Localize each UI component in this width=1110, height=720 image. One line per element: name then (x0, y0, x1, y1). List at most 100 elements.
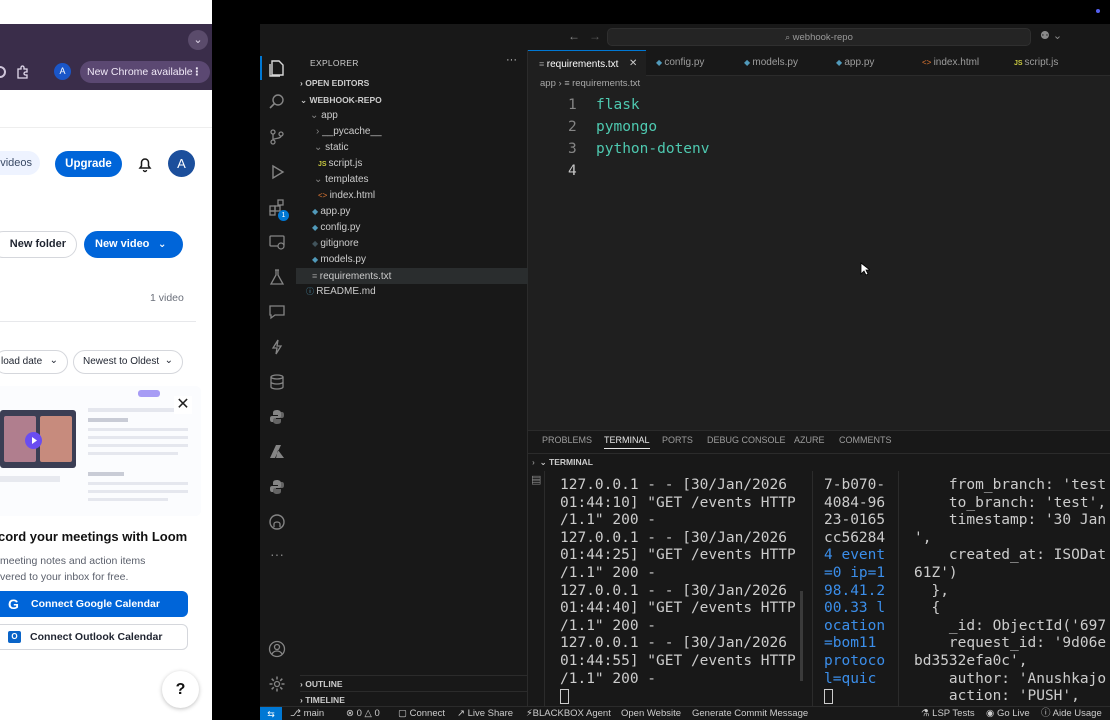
blackbox-icon[interactable] (268, 338, 286, 356)
timeline-section[interactable]: › TIMELINE (300, 691, 528, 705)
close-icon[interactable]: ✕ (174, 396, 192, 414)
videos-tab[interactable]: videos (0, 151, 40, 175)
copilot-icon[interactable]: ⚉ ⌄ (1040, 29, 1062, 42)
tree-item-gitignore[interactable]: ◆ gitignore (312, 236, 359, 252)
video-count: 1 video (150, 292, 184, 304)
terminal-output-3[interactable]: from_branch: 'test to_branch: 'test', ti… (914, 477, 1110, 707)
search-icon[interactable] (268, 93, 286, 111)
tree-item-readme-md[interactable]: ⓘ README.md (306, 284, 376, 300)
open-editors-section[interactable]: › OPEN EDITORS (300, 78, 369, 88)
repo-section[interactable]: ⌄ WEBHOOK-REPO (300, 95, 382, 106)
tab-index-html[interactable]: <> index.html (922, 50, 979, 76)
source-control-icon[interactable] (268, 128, 286, 146)
new-video-button[interactable]: New video ⌄ (84, 231, 183, 258)
panel-tab-comments[interactable]: COMMENTS (839, 435, 892, 445)
notifications-bell-icon[interactable] (136, 155, 154, 173)
tree-item-app-py[interactable]: ◆ app.py (312, 204, 350, 220)
remote-indicator[interactable]: ⇆ (260, 707, 282, 720)
terminal-section-header[interactable]: › ⌄ TERMINAL (532, 457, 593, 468)
explorer-icon[interactable] (267, 58, 287, 78)
profile-avatar[interactable]: A (54, 63, 71, 80)
breadcrumb-folder[interactable]: app (540, 78, 556, 89)
search-icon: ⌕ (785, 32, 793, 42)
close-icon[interactable]: ✕ (629, 51, 637, 77)
tab-requirements-txt[interactable]: ≡ requirements.txt ✕ (528, 50, 646, 76)
chevron-down-icon: ⌄ (539, 457, 550, 467)
terminal-output-1[interactable]: 127.0.0.1 - - [30/Jan/2026 01:44:10] "GET… (560, 477, 800, 703)
tab-config-py[interactable]: ◆ config.py (656, 50, 704, 76)
activity-bar: 1 ··· (260, 50, 296, 706)
promo-description-2: vered to your inbox for free. (0, 571, 129, 583)
chevron-down-icon: ⌄ (314, 142, 326, 153)
branch-indicator[interactable]: ⎇ main (290, 707, 324, 720)
terminal-output-2[interactable]: 7-b070- 4084-96 23-0165 cc56284 4 event =0 ip… (824, 477, 890, 703)
extensions-icon[interactable] (16, 65, 30, 79)
panel-tab-ports[interactable]: PORTS (662, 435, 693, 445)
code-editor[interactable]: 1 flask 2 pymongo 3 python-dotenv 4 (528, 94, 1110, 194)
python-env-icon[interactable] (268, 478, 286, 496)
problems-indicator[interactable]: ⊗ 0 △ 0 (346, 707, 380, 720)
terminal-line: /1.1" 200 - (560, 617, 657, 634)
live-share-button[interactable]: ↗ Live Share (457, 707, 513, 720)
go-live-button[interactable]: ◉ Go Live (986, 707, 1030, 720)
tree-item-index-html[interactable]: <> index.html (318, 188, 375, 204)
lsp-tests-button[interactable]: ⚗ LSP Tests (921, 707, 975, 720)
toolbar-partial-icon[interactable] (0, 66, 6, 78)
forward-arrow-icon[interactable]: → (589, 29, 601, 43)
new-folder-button[interactable]: New folder (0, 231, 77, 258)
aide-usage-button[interactable]: ⓘ Aide Usage (1041, 707, 1102, 720)
tree-item-templates[interactable]: ⌄ templates (314, 172, 369, 188)
user-avatar[interactable]: A (168, 150, 195, 177)
tree-item-config-py[interactable]: ◆ config.py (312, 220, 360, 236)
explorer-more-icon[interactable]: ··· (506, 54, 517, 66)
tree-item-static[interactable]: ⌄ static (314, 140, 349, 156)
tree-item-requirements-txt[interactable]: ≡ requirements.txt (312, 268, 391, 284)
tree-item-pycache[interactable]: › __pycache__ (316, 124, 382, 140)
tree-item-models-py[interactable]: ◆ models.py (312, 252, 366, 268)
upgrade-button[interactable]: Upgrade (55, 151, 122, 177)
terminal-list-icon[interactable]: ▤ (531, 473, 541, 486)
help-button[interactable]: ? (162, 671, 199, 708)
panel-tab-problems[interactable]: PROBLEMS (542, 435, 592, 445)
browser-window: ⌄ A New Chrome available ⋮ videos Upgrad… (0, 0, 212, 720)
run-debug-icon[interactable] (268, 163, 286, 181)
panel-tab-terminal[interactable]: TERMINAL (604, 435, 650, 449)
azure-icon[interactable] (268, 443, 286, 461)
tab-app-py[interactable]: ◆ app.py (836, 50, 874, 76)
tab-search-button[interactable]: ⌄ (188, 30, 208, 50)
terminal-line: 01:44:10] "GET /events HTTP (560, 494, 796, 511)
sort-order-dropdown[interactable]: Newest to Oldest ⌄ (73, 350, 183, 374)
github-icon[interactable] (268, 513, 286, 531)
generate-commit-message-button[interactable]: Generate Commit Message (692, 707, 808, 720)
chevron-down-icon: ⌄ (193, 34, 203, 46)
new-chrome-available-button[interactable]: New Chrome available ⋮ (80, 61, 210, 83)
back-arrow-icon[interactable]: ← (568, 29, 580, 43)
outline-section[interactable]: › OUTLINE (300, 675, 528, 689)
sort-by-date-dropdown[interactable]: load date ⌄ (0, 350, 68, 374)
blackbox-agent-button[interactable]: ⚡BLACKBOX Agent (526, 707, 611, 720)
breadcrumb-file[interactable]: requirements.txt (572, 78, 640, 89)
connect-google-calendar-button[interactable]: G Connect Google Calendar (0, 591, 188, 617)
line-number: 3 (568, 141, 577, 157)
remote-explorer-icon[interactable] (268, 233, 286, 251)
tree-item-script-js[interactable]: JS script.js (318, 156, 362, 172)
title-bar: ← → ⌕ webhook-repo ⚉ ⌄ (260, 24, 1110, 50)
database-icon[interactable] (268, 373, 286, 391)
command-center-search[interactable]: ⌕ webhook-repo (607, 28, 1031, 46)
play-icon[interactable] (25, 432, 42, 449)
tab-models-py[interactable]: ◆ models.py (744, 50, 798, 76)
more-icon[interactable]: ··· (270, 546, 284, 562)
terminal-scrollbar[interactable] (800, 591, 803, 681)
settings-gear-icon[interactable] (268, 675, 286, 693)
chat-icon[interactable] (268, 303, 286, 321)
panel-tab-debug-console[interactable]: DEBUG CONSOLE (707, 435, 786, 445)
testing-icon[interactable] (268, 268, 286, 286)
connect-button[interactable]: ▢ Connect (398, 707, 445, 720)
accounts-icon[interactable] (268, 640, 286, 658)
connect-outlook-calendar-button[interactable]: O Connect Outlook Calendar (0, 624, 188, 650)
open-website-button[interactable]: Open Website (621, 707, 681, 720)
tab-script-js[interactable]: JS script.js (1014, 50, 1058, 76)
tree-item-app[interactable]: ⌄ app (310, 108, 338, 124)
panel-tab-azure[interactable]: AZURE (794, 435, 825, 445)
python-icon[interactable] (268, 408, 286, 426)
